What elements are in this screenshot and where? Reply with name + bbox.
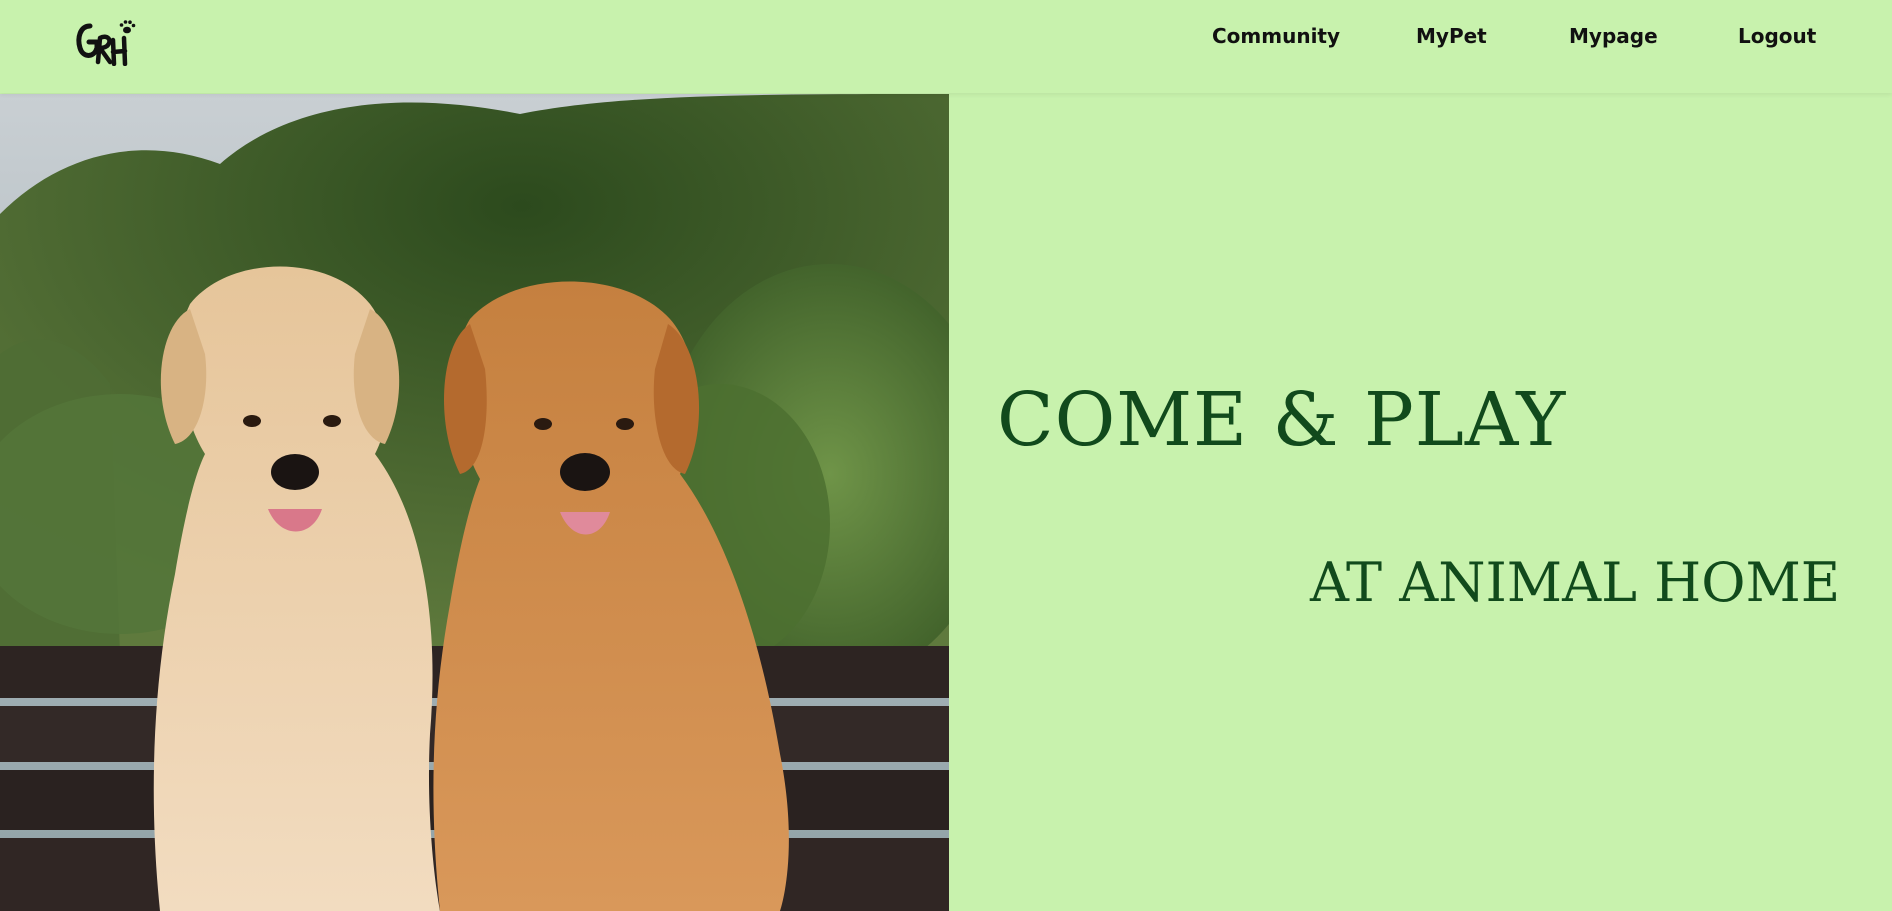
nav-logout-link[interactable]: Logout — [1738, 24, 1816, 48]
hero-headline: COME & PLAY — [997, 377, 1567, 463]
nav-mypet-link[interactable]: MyPet — [1416, 24, 1487, 48]
nav-mypage-link[interactable]: Mypage — [1569, 24, 1658, 48]
hero-text-panel — [949, 94, 1892, 911]
hero-subheadline: AT ANIMAL HOME — [1310, 551, 1841, 614]
hero-dogs-photo — [0, 94, 949, 911]
top-navbar: Community MyPet Mypage Logout — [0, 0, 1892, 93]
nav-community-link[interactable]: Community — [1212, 24, 1340, 48]
main-nav: Community MyPet Mypage Logout — [0, 24, 1892, 54]
